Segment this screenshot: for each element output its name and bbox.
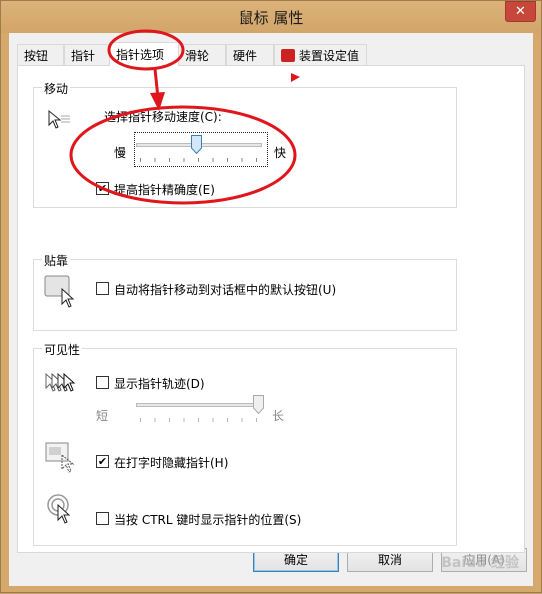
check-icon: ✔ bbox=[97, 182, 108, 195]
hide-typing-icon bbox=[45, 442, 75, 473]
tab-label: 指针选项 bbox=[116, 48, 165, 62]
check-icon: ✔ bbox=[97, 455, 108, 468]
tab-device-settings[interactable]: 装置设定值 bbox=[274, 44, 367, 65]
tab-label: 装置设定值 bbox=[299, 49, 360, 63]
speed-slider-thumb[interactable] bbox=[191, 135, 202, 154]
trails-slider-thumb[interactable] bbox=[253, 395, 264, 414]
tab-hardware[interactable]: 硬件 bbox=[226, 44, 274, 65]
precision-checkbox[interactable]: ✔ bbox=[96, 182, 109, 195]
tab-pointer-options[interactable]: 指针选项 bbox=[109, 42, 179, 66]
close-button[interactable]: ✕ bbox=[505, 1, 536, 22]
motion-group-title: 移动 bbox=[42, 80, 71, 97]
speed-slider-ticks bbox=[140, 158, 260, 162]
trails-slider-ticks bbox=[140, 418, 260, 422]
snap-to-icon bbox=[44, 275, 75, 308]
speed-label: 选择指针移动速度(C): bbox=[104, 110, 222, 124]
long-label: 长 bbox=[272, 409, 285, 423]
trails-slider-track[interactable] bbox=[136, 403, 262, 407]
motion-group: 移动 选择指针移动速度(C): 慢 快 ✔ 提高指针精确度(E) bbox=[33, 80, 457, 208]
mouse-properties-window: 鼠标 属性 ✕ 按钮 指针 指针选项 滑轮 硬件 装置设定值 移动 选择指针移动… bbox=[0, 0, 542, 593]
visibility-group-title: 可见性 bbox=[42, 341, 83, 358]
snap-group: 贴靠 自动将指针移动到对话框中的默认按钮(U) bbox=[33, 252, 457, 331]
fast-label: 快 bbox=[274, 146, 287, 160]
device-settings-icon bbox=[281, 49, 295, 62]
snap-group-title: 贴靠 bbox=[42, 252, 71, 269]
slow-label: 慢 bbox=[114, 146, 127, 160]
tab-buttons[interactable]: 按钮 bbox=[17, 44, 64, 65]
precision-label[interactable]: 提高指针精确度(E) bbox=[114, 181, 215, 198]
title-bar[interactable]: 鼠标 属性 ✕ bbox=[1, 1, 541, 33]
ctrl-locate-icon bbox=[47, 494, 71, 524]
pointer-trails-icon bbox=[45, 372, 76, 392]
snap-label[interactable]: 自动将指针移动到对话框中的默认按钮(U) bbox=[114, 281, 336, 298]
tab-label: 硬件 bbox=[233, 49, 258, 63]
trails-label[interactable]: 显示指针轨迹(D) bbox=[114, 375, 205, 392]
pointer-options-panel: 移动 选择指针移动速度(C): 慢 快 ✔ 提高指针精确度(E) 贴靠 自动将指… bbox=[17, 65, 525, 553]
tab-label: 按钮 bbox=[24, 49, 49, 63]
dialog-client-area: 按钮 指针 指针选项 滑轮 硬件 装置设定值 移动 选择指针移动速度(C): 慢 bbox=[9, 33, 533, 586]
hide-typing-label[interactable]: 在打字时隐藏指针(H) bbox=[114, 454, 228, 471]
window-title: 鼠标 属性 bbox=[238, 9, 304, 27]
tab-wheel[interactable]: 滑轮 bbox=[178, 44, 226, 65]
snap-checkbox[interactable] bbox=[96, 282, 109, 295]
tab-pointers[interactable]: 指针 bbox=[64, 44, 110, 65]
pointer-speed-icon bbox=[48, 109, 70, 129]
visibility-group: 可见性 显示指针轨迹(D) 短 长 ✔ 在打字时隐藏指针(H) 当按 CTRL … bbox=[33, 341, 457, 546]
short-label: 短 bbox=[96, 409, 109, 423]
hide-typing-checkbox[interactable]: ✔ bbox=[96, 455, 109, 468]
tab-label: 指针 bbox=[71, 49, 96, 63]
tab-label: 滑轮 bbox=[185, 49, 210, 63]
watermark: Baidu 经验 bbox=[441, 555, 519, 571]
ctrl-locate-label[interactable]: 当按 CTRL 键时显示指针的位置(S) bbox=[114, 511, 301, 528]
trails-checkbox[interactable] bbox=[96, 376, 109, 389]
ctrl-locate-checkbox[interactable] bbox=[96, 512, 109, 525]
